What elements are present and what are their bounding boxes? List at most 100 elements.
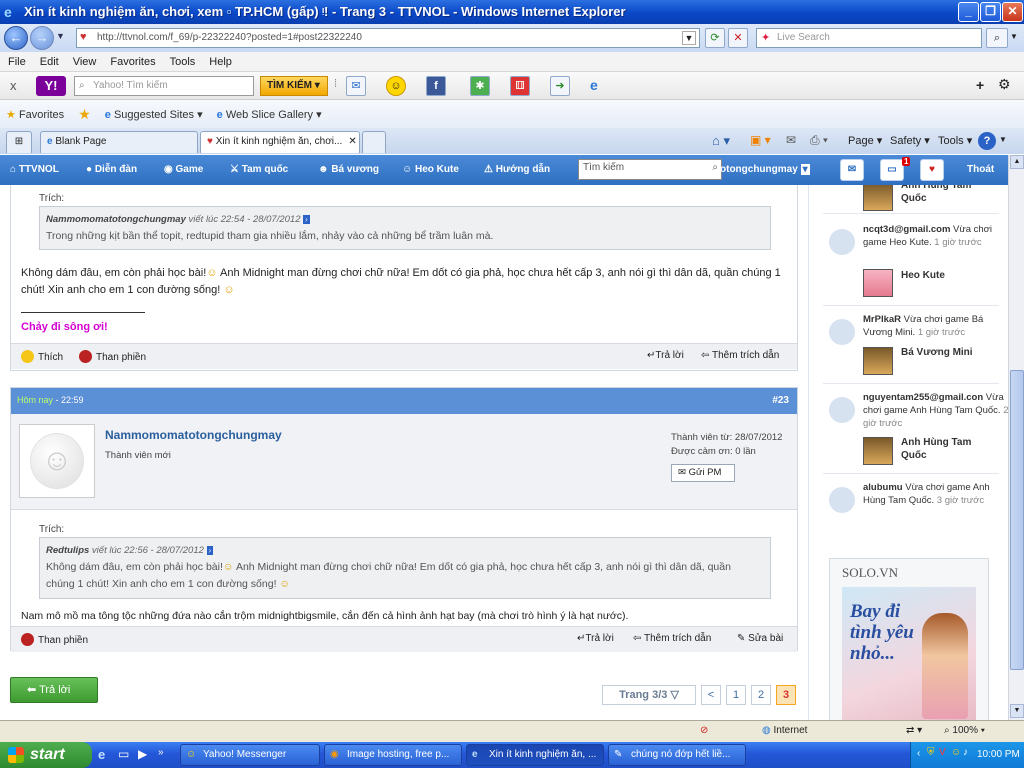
send-pm-button[interactable]: ✉ Gửi PM	[671, 464, 735, 482]
activity-user[interactable]: alubumu	[863, 482, 903, 493]
menu-edit[interactable]: Edit	[40, 56, 59, 68]
toolbar-close-button[interactable]: x	[10, 78, 17, 93]
avatar[interactable]: ☺	[19, 424, 95, 498]
menu-favorites[interactable]: Favorites	[110, 56, 155, 68]
mail-icon[interactable]: ✉	[346, 76, 366, 96]
add-favorite-icon[interactable]: ★	[78, 106, 91, 123]
help-icon[interactable]: ?	[978, 132, 996, 150]
suggested-sites-link[interactable]: e Suggested Sites ▾	[105, 108, 203, 121]
start-button[interactable]: start	[0, 742, 92, 768]
tab-blank-page[interactable]: e Blank Page	[40, 131, 198, 153]
post-number[interactable]: #23	[772, 395, 789, 406]
nav-tam-quoc[interactable]: ⚔ Tam quốc	[230, 164, 288, 175]
vertical-scrollbar[interactable]: ▲ ▼	[1008, 155, 1024, 720]
stop-icon[interactable]: ✕	[728, 28, 748, 48]
task-yahoo-messenger[interactable]: ☺ Yahoo! Messenger	[180, 744, 320, 766]
popup-blocked-icon[interactable]: ⊘	[700, 725, 708, 736]
nav-ttvnol[interactable]: ⌂ TTVNOL	[10, 164, 59, 175]
history-dropdown-icon[interactable]: ▼	[56, 31, 65, 41]
page-1-link[interactable]: 1	[726, 685, 746, 705]
logout-link[interactable]: Thoát	[967, 164, 994, 175]
ie-icon[interactable]: e	[590, 77, 598, 93]
nav-forum[interactable]: ● Diễn đàn	[86, 164, 137, 175]
read-mail-icon[interactable]: ✉	[786, 133, 796, 147]
nav-game[interactable]: ◉ Game	[164, 164, 203, 175]
games-dice-icon[interactable]: ⚅	[510, 76, 530, 96]
advertisement[interactable]: SOLO.VN Bay đi tình yêu nhỏ...	[829, 558, 989, 720]
messenger-smiley-icon[interactable]: ☺	[386, 76, 406, 96]
site-search-icon[interactable]: ⌕	[712, 162, 718, 173]
new-tab-button[interactable]	[362, 131, 386, 153]
home-icon[interactable]: ⌂ ▾	[712, 133, 730, 149]
messages-icon[interactable]: ✉	[840, 159, 864, 181]
yahoo-search-input[interactable]: ⌕ Yahoo! Tìm kiếm	[74, 76, 254, 96]
tray-shield-icon[interactable]: ⛨	[927, 747, 935, 758]
activity-user[interactable]: MrPlkaR	[863, 314, 901, 325]
quicklaunch-ie-icon[interactable]: e	[98, 747, 105, 762]
reply-link[interactable]: ↵Trả lời	[577, 633, 614, 644]
nav-huong-dan[interactable]: ⚠ Hướng dẫn	[484, 164, 550, 175]
share-icon[interactable]: ➜	[550, 76, 570, 96]
game-name[interactable]: Anh Hùng Tam Quốc	[901, 185, 991, 205]
game-name[interactable]: Anh Hùng Tam Quốc	[901, 436, 987, 462]
multiquote-link[interactable]: ⇦ Thêm trích dẫn	[633, 633, 711, 644]
game-thumbnail[interactable]	[863, 269, 893, 297]
tray-messenger-icon[interactable]: ☺	[951, 747, 961, 758]
close-button[interactable]: ✕	[1002, 2, 1023, 22]
game-name[interactable]: Bá Vương Mini	[901, 346, 973, 359]
game-thumbnail[interactable]	[863, 437, 893, 465]
safety-menu[interactable]: Safety ▾	[890, 134, 930, 147]
page-3-current[interactable]: 3	[776, 685, 796, 705]
menu-tools[interactable]: Tools	[170, 56, 196, 68]
tray-arrow-icon[interactable]: ‹	[917, 748, 920, 759]
multiquote-link[interactable]: ⇦ Thêm trích dẫn	[701, 350, 779, 361]
live-search-input[interactable]: ✦ Live Search	[756, 28, 982, 48]
tray-antivirus-icon[interactable]: V	[939, 747, 946, 758]
yahoo-search-button[interactable]: TÌM KIẾM ▾	[260, 76, 328, 96]
edit-post-link[interactable]: ✎ Sửa bài	[737, 633, 783, 644]
nav-heo-kute[interactable]: ☺ Heo Kute	[402, 164, 459, 175]
user-menu[interactable]: otongchungmay ▾	[720, 164, 810, 175]
menu-help[interactable]: Help	[209, 56, 232, 68]
tools-menu[interactable]: Tools ▾	[938, 134, 972, 147]
yahoo-logo[interactable]: Y!	[36, 76, 66, 96]
back-button[interactable]: ←	[4, 26, 28, 50]
feeds-icon[interactable]: ▣ ▾	[750, 133, 771, 147]
post-username[interactable]: Nammomomatotongchungmay	[105, 428, 282, 442]
page-menu[interactable]: Page ▾	[848, 134, 882, 147]
page-2-link[interactable]: 2	[751, 685, 771, 705]
quicklaunch-media-icon[interactable]: ▶	[138, 747, 147, 761]
view-post-icon[interactable]: ›	[206, 546, 214, 555]
game-thumbnail[interactable]	[863, 185, 893, 211]
activity-user[interactable]: ncqt3d@gmail.com	[863, 224, 950, 235]
tray-volume-icon[interactable]: ♪	[963, 747, 968, 758]
protected-mode-icon[interactable]: ⇄ ▾	[906, 725, 922, 736]
search-icon[interactable]: ⌕	[986, 28, 1008, 48]
minimize-button[interactable]: _	[958, 2, 979, 22]
friends-icon[interactable]: ♥	[920, 159, 944, 181]
site-search-input[interactable]: Tìm kiếm ⌕	[578, 159, 722, 180]
address-bar[interactable]: ♥ http://ttvnol.com/f_69/p-22322240?post…	[76, 28, 700, 48]
clock[interactable]: 10:00 PM	[977, 749, 1020, 760]
task-image-hosting[interactable]: ◉ Image hosting, free p...	[324, 744, 462, 766]
reply-button[interactable]: ⬅ Trả lời	[10, 677, 98, 703]
settings-gear-icon[interactable]: ⚙	[998, 76, 1011, 93]
task-ie-current[interactable]: e Xin ít kinh nghiệm ăn, ...	[466, 744, 604, 766]
page-jump-dropdown[interactable]: Trang 3/3 ▽	[602, 685, 696, 705]
complain-button[interactable]: Than phiền	[79, 350, 146, 363]
zoom-control[interactable]: ⌕ 100% ▾	[944, 725, 985, 736]
quick-tabs-icon[interactable]: ⊞	[6, 131, 32, 153]
nav-ba-vuong[interactable]: ☻ Bá vương	[318, 164, 379, 175]
scroll-thumb[interactable]	[1010, 370, 1024, 670]
game-thumbnail[interactable]	[863, 347, 893, 375]
prev-page-button[interactable]: <	[701, 685, 721, 705]
facebook-icon[interactable]: f	[426, 76, 446, 96]
menu-file[interactable]: File	[8, 56, 26, 68]
activity-user[interactable]: nguyentam255@gmail.con	[863, 392, 983, 403]
scroll-up-icon[interactable]: ▲	[1010, 155, 1024, 169]
task-chat[interactable]: ✎ chúng nó đớp hết liề...	[608, 744, 746, 766]
complain-button[interactable]: Than phiền	[21, 633, 88, 646]
add-icon[interactable]: +	[976, 77, 984, 93]
like-button[interactable]: Thích	[21, 350, 63, 363]
menu-view[interactable]: View	[73, 56, 97, 68]
